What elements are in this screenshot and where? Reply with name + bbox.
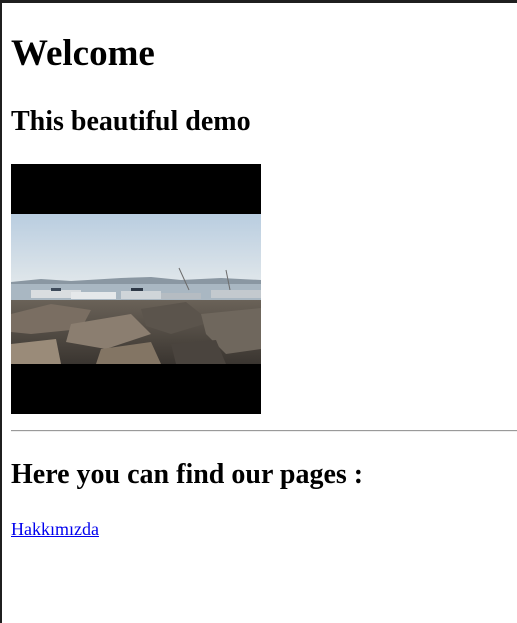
page-title: Welcome (11, 33, 155, 74)
window-top-edge (0, 0, 517, 3)
harbor-photo (11, 164, 261, 414)
window-left-edge (0, 0, 2, 623)
pages-heading: Here you can find our pages : (11, 459, 364, 490)
page-subtitle: This beautiful demo (11, 106, 251, 137)
link-hakkimizda[interactable]: Hakkımızda (11, 518, 99, 540)
section-divider (11, 430, 517, 432)
